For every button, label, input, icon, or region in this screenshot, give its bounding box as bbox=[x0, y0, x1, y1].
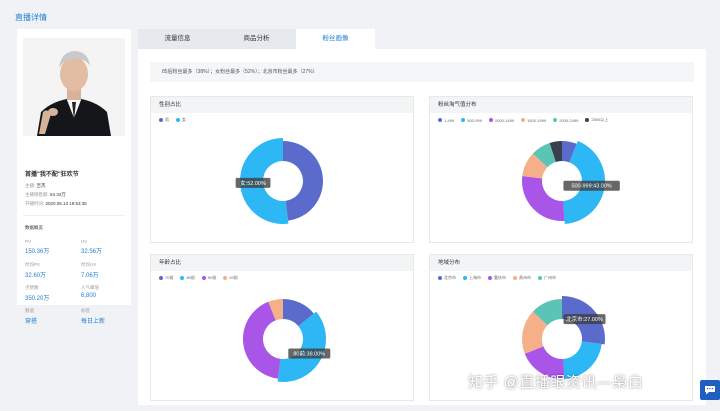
tab-products[interactable]: 商品分析 bbox=[217, 29, 296, 49]
tab-traffic[interactable]: 流量信息 bbox=[138, 29, 217, 49]
stat-channel: 频道 穿搭 bbox=[25, 308, 38, 325]
live-title: 首播"我不配"狂欢节 bbox=[25, 172, 79, 178]
host-profile-card: 首播"我不配"狂欢节 主播: 吉杰 主播销售额: 63.32万 开播时间: 20… bbox=[17, 29, 131, 325]
tab-fans[interactable]: 粉丝画像 bbox=[296, 29, 375, 49]
chart-tooltip: 80前:38.00% bbox=[288, 348, 331, 359]
stat-hourly-pv: 时均PV 32.60万 bbox=[25, 262, 47, 279]
svg-text:500-999:43.00%: 500-999:43.00% bbox=[571, 184, 611, 190]
anchor-row: 主播: 吉杰 bbox=[25, 183, 46, 188]
stat-tag: 标签 每日上新 bbox=[81, 308, 106, 325]
svg-text:女:52.00%: 女:52.00% bbox=[240, 179, 266, 187]
chat-icon bbox=[705, 386, 715, 395]
chat-button[interactable] bbox=[700, 380, 720, 400]
chart-tooltip: 女:52.00% bbox=[235, 177, 271, 188]
stat-uv: UV 32.56万 bbox=[81, 239, 103, 255]
donut-chart: 女:52.00% bbox=[235, 138, 323, 224]
stat-pv: PV 150.36万 bbox=[25, 239, 50, 255]
stat-hourly-uv: 时均UV 7.06万 bbox=[81, 262, 99, 279]
gender-chart-card: 性别占比 男女 女:52.00% bbox=[150, 96, 414, 243]
gmv-row: 主播销售额: 63.32万 bbox=[25, 192, 66, 197]
chart-tooltip: 北京市:27.00% bbox=[563, 314, 606, 325]
stat-peak: 人气峰值 6,800 bbox=[81, 285, 99, 299]
fans-panel: 85后粉丝最多（38%）；女粉丝最多（52%）；北京市粉丝最多（27%） 性别占… bbox=[138, 49, 706, 405]
taoqi-chart-card: 粉丝淘气值分布 1-499 500-999 1000-1499 1500-1999 20… bbox=[429, 96, 693, 243]
host-avatar bbox=[23, 38, 125, 136]
donut-chart: 500-999:43.00% bbox=[522, 141, 620, 224]
watermark: 知乎 @直播眼资讯—枭白 bbox=[468, 374, 644, 391]
main-content: 流量信息 商品分析 粉丝画像 85后粉丝最多（38%）；女粉丝最多（52%）；北… bbox=[138, 29, 706, 405]
stat-likes: 点赞数 350.20万 bbox=[25, 285, 50, 302]
summary-bar: 85后粉丝最多（38%）；女粉丝最多（52%）；北京市粉丝最多（27%） bbox=[150, 62, 694, 82]
tab-bar: 流量信息 商品分析 粉丝画像 bbox=[138, 29, 375, 49]
age-chart-card: 年龄占比 70前 80前 90前 00前 80前:38.00% bbox=[150, 254, 414, 401]
start-time-row: 开播时间: 2020.05.13 19:53:35 bbox=[25, 201, 87, 206]
donut-chart: 80前:38.00% bbox=[243, 299, 331, 382]
svg-text:北京市:27.00%: 北京市:27.00% bbox=[566, 315, 603, 323]
overview-title: 数据概览 bbox=[25, 225, 43, 230]
divider bbox=[23, 215, 125, 216]
svg-text:80前:38.00%: 80前:38.00% bbox=[293, 349, 325, 357]
page-title: 直播详情 bbox=[15, 13, 47, 22]
donut-slice[interactable] bbox=[283, 141, 323, 221]
donut-slice[interactable] bbox=[522, 175, 565, 221]
chart-tooltip: 500-999:43.00% bbox=[563, 180, 620, 191]
